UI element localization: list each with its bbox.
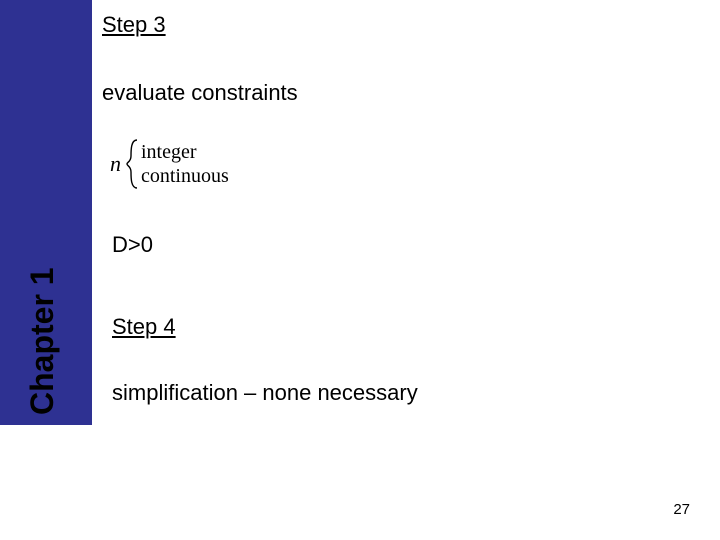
d-greater-than-zero: D>0 xyxy=(112,232,700,258)
page-number: 27 xyxy=(673,501,690,518)
brace-icon xyxy=(125,138,139,190)
content-area: Step 3 evaluate constraints n integer co… xyxy=(102,8,700,406)
formula-variable-n: n xyxy=(110,151,121,177)
formula-case-integer: integer xyxy=(141,140,229,164)
simplification-text: simplification – none necessary xyxy=(112,380,700,406)
step4-heading: Step 4 xyxy=(112,314,700,340)
step3-heading: Step 3 xyxy=(102,12,700,38)
formula-case-continuous: continuous xyxy=(141,164,229,188)
evaluate-constraints-text: evaluate constraints xyxy=(102,80,700,106)
chapter-label: Chapter 1 xyxy=(24,267,61,415)
formula-block: n integer continuous xyxy=(110,138,700,190)
slide: Chapter 1 Step 3 evaluate constraints n … xyxy=(0,0,720,540)
